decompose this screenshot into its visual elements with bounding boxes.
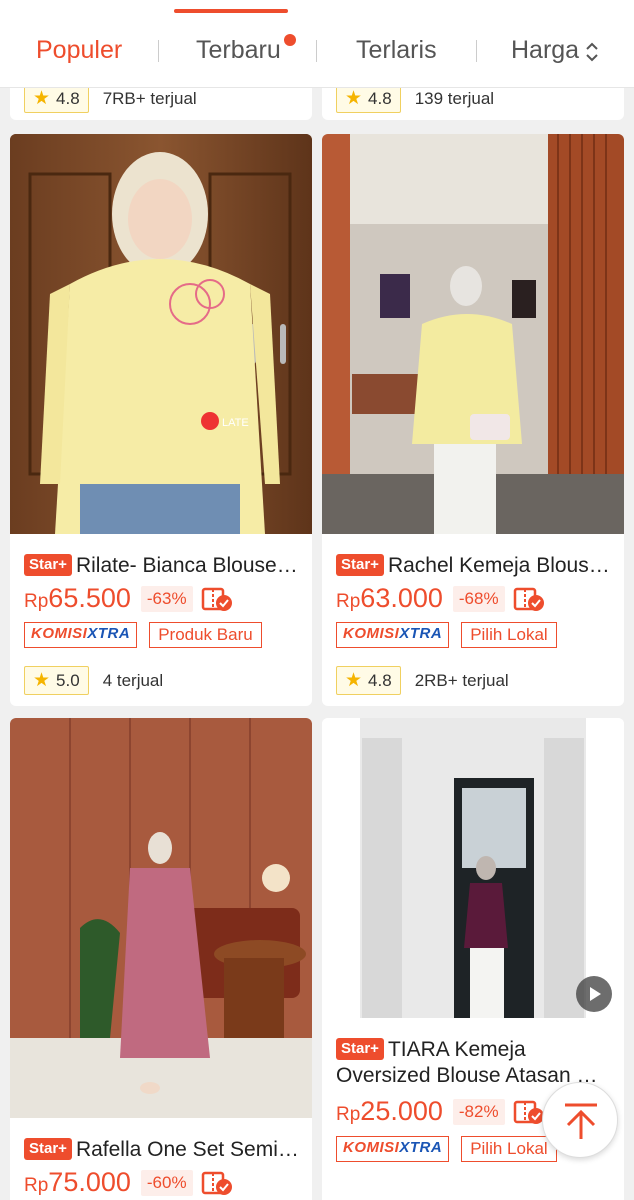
star-plus-badge: Star+ — [24, 1138, 72, 1160]
discount-badge: -60% — [140, 1169, 193, 1196]
tags-row: KOMISIXTRA Pilih Lokal — [336, 622, 557, 648]
tags-row: KOMISIXTRA Pilih Lokal — [336, 1136, 557, 1162]
sort-arrows-icon[interactable] — [584, 40, 600, 64]
product-title-text: Rilate- Bianca Blouse Kemeja — [75, 554, 300, 577]
svg-text:LATE: LATE — [222, 417, 249, 429]
rating-badge: ★ 4.8 — [336, 84, 401, 113]
back-to-top-button[interactable] — [542, 1082, 618, 1158]
product-image[interactable] — [322, 718, 624, 1018]
sold-count: 7RB+ terjual — [102, 88, 197, 108]
play-icon — [590, 987, 601, 1001]
discount-badge: -82% — [452, 1098, 505, 1125]
sort-bar: Populer Terbaru Terlaris Harga — [0, 0, 634, 88]
rating-badge: ★ 5.0 — [24, 666, 89, 695]
rating-row: ★ 4.8 139 terjual — [336, 84, 494, 113]
play-button[interactable] — [576, 976, 612, 1012]
tags-row: KOMISIXTRA Produk Baru — [24, 622, 262, 648]
price: 63.000 — [360, 583, 443, 613]
rating-value: 4.8 — [368, 88, 392, 108]
product-title[interactable]: Star+Rilate- Bianca Blouse Kemeja — [24, 554, 300, 578]
currency: Rp — [336, 1103, 361, 1125]
product-image[interactable] — [10, 718, 312, 1118]
product-card[interactable]: Star+Rafella One Set Semi Kaftan Rp 75.0… — [10, 718, 312, 1200]
price-row: Rp 63.000 -68% — [336, 583, 545, 614]
star-plus-badge: Star+ — [24, 554, 72, 576]
product-title-text: TIARA Kemeja — [387, 1038, 526, 1061]
rating-value: 5.0 — [56, 670, 80, 690]
back-to-top-icon — [565, 1103, 597, 1139]
sold-count: 139 terjual — [414, 88, 495, 108]
product-card[interactable]: LATE Star+Rilate- Bianca Blouse Kemeja R… — [10, 134, 312, 706]
rating-badge: ★ 4.8 — [24, 84, 89, 113]
rating-badge: ★ 4.8 — [336, 666, 401, 695]
free-return-icon — [201, 1171, 232, 1195]
star-icon: ★ — [33, 670, 51, 691]
currency: Rp — [24, 590, 49, 612]
product-title[interactable]: Star+Rafella One Set Semi Kaftan — [24, 1138, 300, 1162]
sold-count: 4 terjual — [102, 670, 164, 690]
price-row: Rp 75.000 -60% — [24, 1167, 233, 1198]
product-card[interactable]: Star+Rachel Kemeja Blouse Wanita Rp 63.0… — [322, 134, 624, 706]
price: 75.000 — [48, 1167, 131, 1197]
rating-row: ★ 5.0 4 terjual — [24, 666, 163, 695]
new-dot-indicator — [284, 34, 296, 46]
divider — [316, 40, 317, 62]
product-image[interactable] — [322, 134, 624, 534]
price: 65.500 — [48, 583, 131, 613]
star-plus-badge: Star+ — [336, 1038, 384, 1060]
free-return-icon — [513, 1100, 544, 1124]
discount-badge: -63% — [140, 585, 193, 612]
product-tag: Pilih Lokal — [461, 622, 557, 648]
tab-populer[interactable]: Populer — [36, 36, 122, 65]
tab-harga[interactable]: Harga — [511, 36, 579, 65]
sold-count: 2RB+ terjual — [414, 670, 509, 690]
star-icon: ★ — [345, 670, 363, 691]
discount-badge: -68% — [452, 585, 505, 612]
star-icon: ★ — [345, 88, 363, 109]
currency: Rp — [336, 590, 361, 612]
komisi-xtra-tag: KOMISIXTRA — [336, 622, 450, 648]
komisi-xtra-tag: KOMISIXTRA — [24, 622, 138, 648]
divider — [476, 40, 477, 62]
scroll-indicator — [174, 9, 288, 13]
rating-row: ★ 4.8 7RB+ terjual — [24, 84, 197, 113]
product-title[interactable]: Star+ TIARA Kemeja — [336, 1038, 612, 1062]
product-title-text: Rachel Kemeja Blouse Wanita — [387, 554, 612, 577]
free-return-icon — [513, 587, 544, 611]
rating-row: ★ 4.8 2RB+ terjual — [336, 666, 509, 695]
price-row: Rp 65.500 -63% — [24, 583, 233, 614]
rating-value: 4.8 — [56, 88, 80, 108]
product-title[interactable]: Star+Rachel Kemeja Blouse Wanita — [336, 554, 612, 578]
price-row: Rp 25.000 -82% — [336, 1096, 545, 1127]
komisi-xtra-tag: KOMISIXTRA — [336, 1136, 450, 1162]
star-plus-badge: Star+ — [336, 554, 384, 576]
product-tag: Produk Baru — [149, 622, 262, 648]
product-image[interactable]: LATE — [10, 134, 312, 534]
tab-terlaris[interactable]: Terlaris — [356, 36, 437, 65]
tab-terbaru[interactable]: Terbaru — [196, 36, 281, 65]
star-icon: ★ — [33, 88, 51, 109]
rating-value: 4.8 — [368, 670, 392, 690]
free-return-icon — [201, 587, 232, 611]
divider — [158, 40, 159, 62]
price: 25.000 — [360, 1096, 443, 1126]
currency: Rp — [24, 1174, 49, 1196]
product-title-text: Rafella One Set Semi Kaftan — [75, 1138, 300, 1161]
